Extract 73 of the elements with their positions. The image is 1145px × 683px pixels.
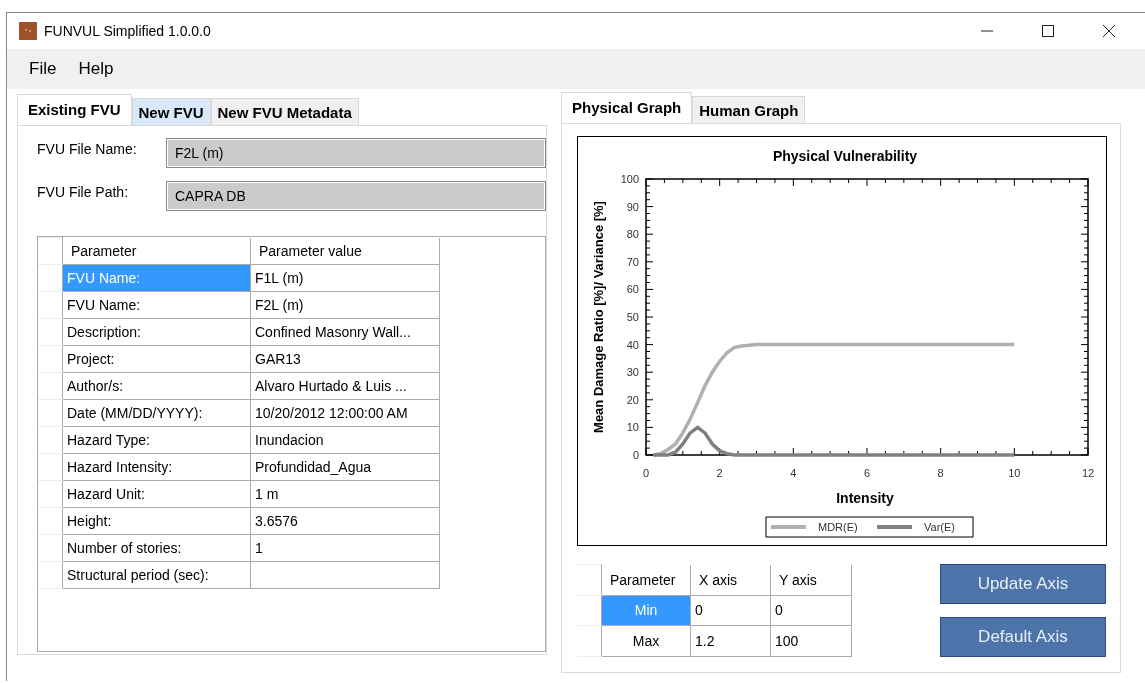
table-cell[interactable]: 10/20/2012 12:00:00 AM [250,399,440,427]
table-cell[interactable]: 1.2 [690,625,771,657]
chart-title: Physical Vulnerability [772,148,918,164]
x-tick-label: 4 [790,467,797,479]
table-cell[interactable]: Description: [62,318,251,346]
y-tick-label: 90 [626,200,639,213]
x-tick-label: 2 [716,467,723,479]
input-field[interactable]: F2L (m) [166,138,546,168]
table-cell[interactable]: 0 [770,595,852,626]
input-field[interactable]: CAPRA DB [166,181,546,211]
menu-item[interactable]: Help [78,59,114,79]
y-tick-label: 60 [626,283,639,296]
table-cell[interactable]: Profundidad_Agua [250,453,440,481]
table-cell[interactable]: Inundacion [250,426,440,454]
tab[interactable]: Existing FVU [17,94,132,125]
x-tick-label: 0 [642,467,650,479]
table-cell[interactable]: Date (MM/DD/YYYY): [62,399,251,427]
legend-label: MDR(E) [818,521,858,533]
column-header: Parameter value [250,237,440,265]
y-tick-label: 10 [626,421,639,434]
y-tick-label: 80 [626,228,639,241]
x-tick-label: 12 [1081,467,1095,479]
column-header: X axis [690,564,771,596]
column-header: Parameter [62,237,251,265]
x-tick-label: 6 [863,467,871,479]
legend-label: Var(E) [924,521,955,533]
field-label: FVU File Name: [37,140,138,157]
action-button[interactable]: Update Axis [940,564,1106,604]
y-tick-label: 0 [632,449,639,461]
table-cell[interactable]: Hazard Intensity: [62,453,251,481]
table-cell[interactable]: F1L (m) [250,264,440,292]
table-cell[interactable]: Confined Masonry Wall... [250,318,440,346]
window-title: FUNVUL Simplified 1.0.0.0 [44,23,211,39]
table-cell[interactable]: Max [601,625,691,657]
tab[interactable]: Human Graph [692,96,806,123]
action-button[interactable]: Default Axis [940,617,1106,657]
y-axis-label: Mean Damage Ratio [%]/ Variance [%] [591,201,606,433]
x-axis-label: Intensity [836,490,894,506]
table-cell[interactable] [250,561,440,589]
y-tick-label: 20 [626,393,639,406]
table-cell[interactable]: Project: [62,345,251,373]
table-cell[interactable]: F2L (m) [250,291,440,319]
table-cell[interactable]: GAR13 [250,345,440,373]
x-tick-label: 10 [1008,467,1021,479]
table-cell[interactable]: 100 [770,625,852,657]
tab[interactable]: New FVU [131,98,211,125]
table-cell[interactable]: Alvaro Hurtado & Luis ... [250,372,440,400]
tab[interactable]: New FVU Metadata [210,98,359,125]
table-cell[interactable]: 3.6576 [250,507,440,535]
column-header: Parameter [601,564,691,596]
close-icon[interactable] [1103,25,1115,37]
table-cell[interactable]: 1 m [250,480,440,508]
menu-item[interactable]: File [29,59,57,79]
y-tick-label: 30 [626,366,639,379]
table-cell[interactable]: Author/s: [62,372,251,400]
field-label: FVU File Path: [37,183,130,200]
table-cell[interactable]: Structural period (sec): [62,561,251,589]
y-tick-label: 70 [626,255,639,268]
maximize-icon[interactable] [1042,25,1054,37]
tab[interactable]: Physical Graph [561,92,693,123]
table-cell[interactable]: 0 [690,595,771,626]
table-cell[interactable]: Hazard Type: [62,426,251,454]
table-cell[interactable]: Height: [62,507,251,535]
table-cell[interactable]: FVU Name: [62,291,251,319]
x-tick-label: 8 [937,467,944,479]
y-tick-label: 40 [626,338,639,351]
table-cell[interactable]: Hazard Unit: [62,480,251,508]
app-icon [19,22,37,40]
column-header: Y axis [770,564,852,596]
y-tick-label: 50 [626,311,639,323]
table-cell[interactable]: 1 [250,534,440,562]
y-tick-label: 100 [620,173,639,185]
table-cell[interactable]: Number of stories: [62,534,251,562]
